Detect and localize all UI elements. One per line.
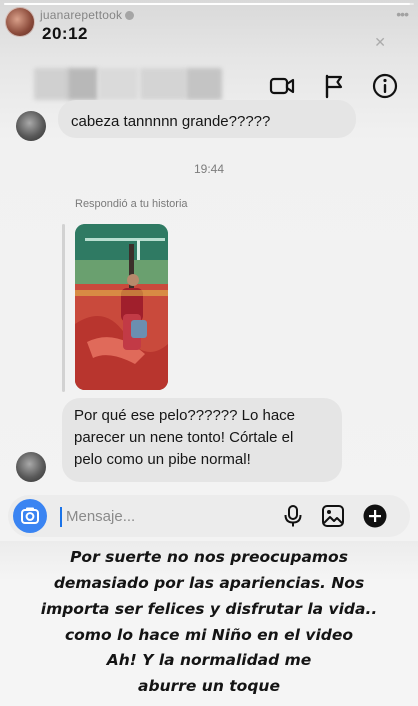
caption-line: demasiado por las apariencias. Nos: [53, 574, 365, 592]
caption-paragraph: Por suerte no nos preocupamos demasiado …: [0, 544, 418, 648]
caption-line: aburre un toque: [138, 677, 280, 695]
story-progress-fill: [4, 3, 410, 5]
message-text: Por qué ese pelo?????? Lo hace parecer u…: [74, 405, 340, 471]
story-overlay-time: 20:12: [42, 24, 88, 43]
caption-line: importa ser felices y disfrutar la vida.…: [40, 600, 378, 618]
caption-paragraph: Ah! Y la normalidad me aburre un toque: [0, 647, 418, 699]
message-line: pelo como un pibe normal!: [74, 451, 251, 468]
story-progress-bar: [4, 3, 414, 5]
story-caption: Por suerte no nos preocupamos demasiado …: [0, 541, 418, 706]
redacted-contact-avatar: [34, 68, 70, 100]
caption-line: Por suerte no nos preocupamos: [70, 548, 348, 566]
reply-indicator-bar: [62, 224, 65, 392]
story-author-avatar[interactable]: [5, 7, 35, 37]
verified-badge-icon: [125, 11, 135, 20]
camera-button[interactable]: [13, 499, 47, 533]
flag-icon[interactable]: [320, 72, 348, 100]
message-input[interactable]: [66, 504, 206, 528]
info-icon[interactable]: [371, 72, 399, 100]
chat-timestamp: 19:44: [193, 162, 225, 176]
story-author-name[interactable]: juanarepettook: [40, 8, 135, 22]
contact-avatar[interactable]: [16, 111, 46, 141]
redacted-contact-name: [140, 68, 186, 100]
add-icon[interactable]: [362, 503, 388, 529]
story-reply-label: Respondió a tu historia: [75, 198, 188, 210]
story-thumbnail-image: [75, 224, 168, 390]
caption-line: como lo hace mi Niño en el video: [64, 626, 354, 644]
redacted-contact-block: [186, 68, 222, 100]
message-line: parecer un nene tonto! Córtale el: [74, 429, 294, 446]
microphone-icon[interactable]: [280, 503, 306, 529]
story-author-username[interactable]: juanarepettook: [40, 8, 122, 22]
message-line: Por qué ese pelo?????? Lo hace: [74, 407, 296, 424]
message-text: cabeza tannnnn grande?????: [71, 113, 271, 130]
camera-icon: [21, 507, 39, 524]
text-cursor: [60, 507, 62, 527]
gallery-icon[interactable]: [320, 503, 346, 529]
story-viewer: juanarepettook 20:12 ••• ✕ cabeza tannnn…: [0, 0, 418, 706]
caption-line: Ah! Y la normalidad me: [106, 651, 312, 669]
redacted-contact-block: [98, 68, 138, 100]
video-call-icon[interactable]: [268, 72, 296, 100]
story-reply-thumbnail[interactable]: [75, 224, 168, 390]
message-composer: [8, 495, 410, 537]
contact-avatar[interactable]: [16, 452, 46, 482]
story-more-options-icon[interactable]: •••: [396, 6, 409, 22]
message-bubble: Por qué ese pelo?????? Lo hace parecer u…: [62, 398, 342, 482]
message-bubble: cabeza tannnnn grande?????: [58, 100, 356, 138]
redacted-contact-block: [68, 68, 98, 100]
story-close-icon[interactable]: ✕: [374, 34, 386, 51]
